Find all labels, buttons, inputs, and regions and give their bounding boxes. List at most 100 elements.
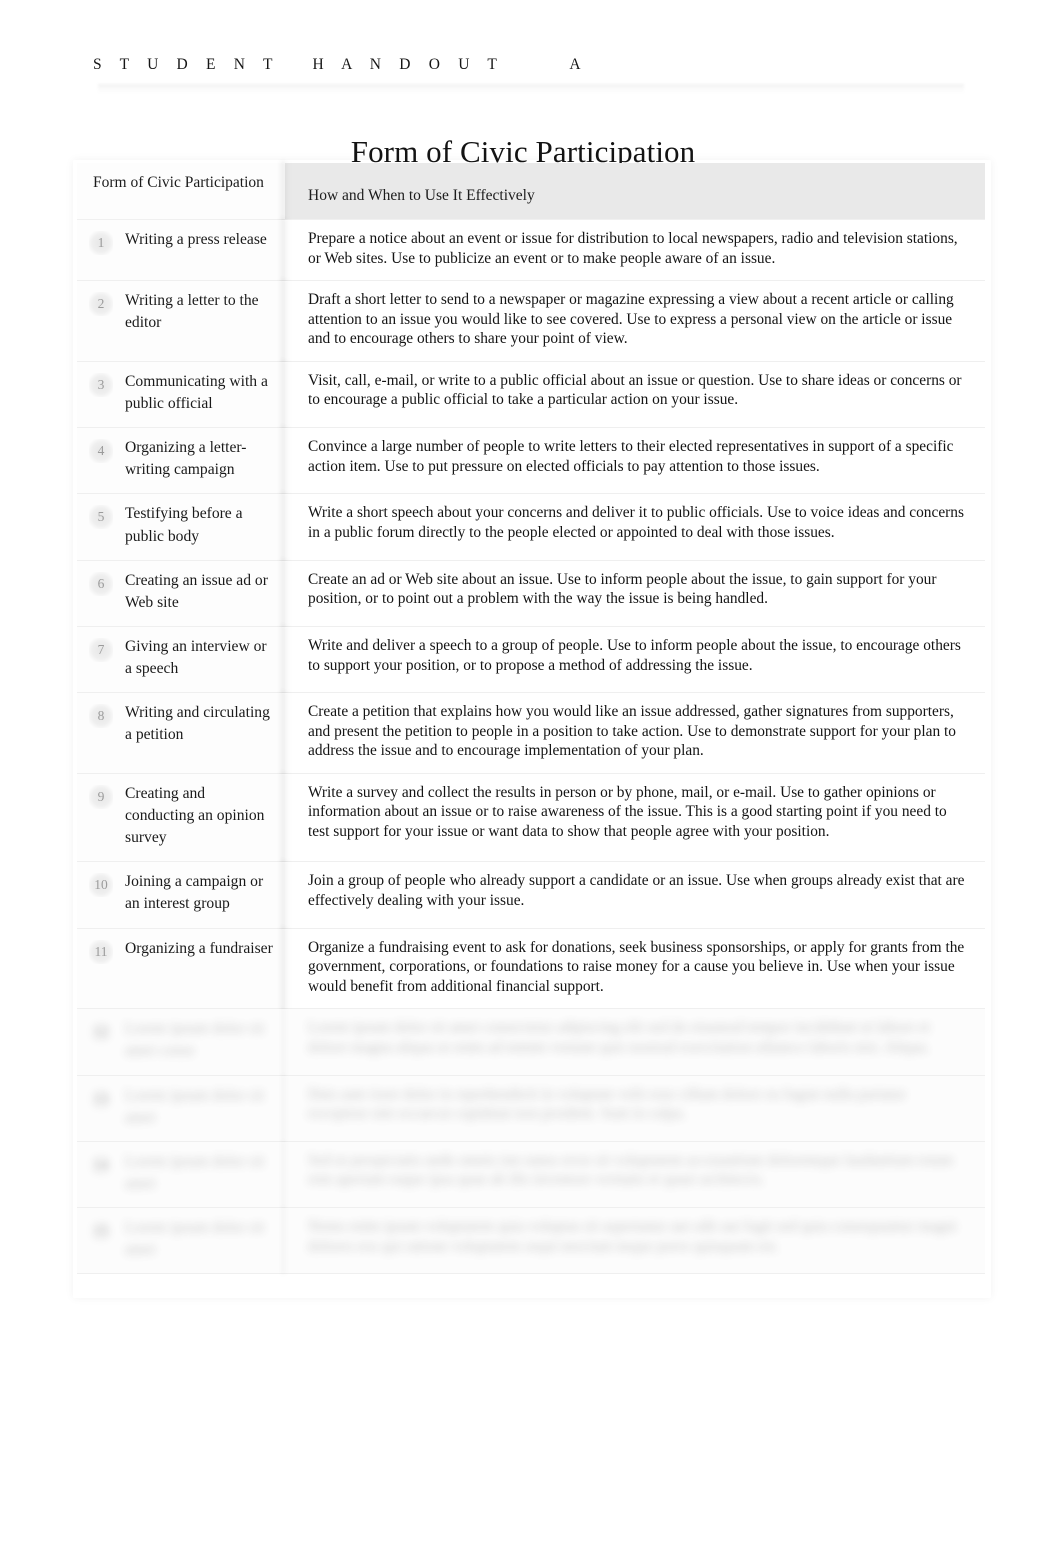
- row-form-label: Lorem ipsum dolor sit amet: [125, 1219, 265, 1259]
- table-row: 6 Creating an issue ad or Web site Create …: [77, 559, 985, 627]
- row-form-label: Creating an issue ad or Web site: [125, 571, 268, 611]
- table-row: 8 Writing and circulating a petition Creat…: [77, 692, 985, 774]
- row-description-cell: Write a survey and collect the results i…: [285, 772, 985, 863]
- row-description-text: Sed ut perspiciatis unde omnis iste natu…: [308, 1151, 953, 1189]
- row-form-cell: 15 Lorem ipsum dolor sit amet: [77, 1207, 285, 1275]
- row-number-badge: 7: [89, 637, 113, 662]
- row-number-badge: 11: [89, 939, 113, 964]
- row-description-cell: Nemo enim ipsam voluptatem quia voluptas…: [285, 1207, 985, 1275]
- row-form-cell: 13 Lorem ipsum dolor sit amet: [77, 1074, 285, 1142]
- row-form-label: Organizing a fundraiser: [125, 939, 273, 957]
- row-description-text: Prepare a notice about an event or issue…: [308, 230, 958, 267]
- row-form-cell: 4 Organizing a letter-writing campaign: [77, 427, 285, 495]
- running-head-rule: [98, 84, 964, 94]
- row-number-badge: 8: [89, 704, 113, 729]
- row-number-badge: 3: [89, 372, 113, 397]
- table-row: 2 Writing a letter to the editor Draft a s…: [77, 280, 985, 362]
- row-number-badge: 5: [89, 505, 113, 530]
- row-form-cell: 11 Organizing a fundraiser: [77, 927, 285, 1010]
- row-description-cell: Draft a short letter to send to a newspa…: [285, 280, 985, 362]
- row-form-label: Lorem ipsum dolor sit amet conse: [125, 1020, 265, 1060]
- table-row: 7 Giving an interview or a speech Write an…: [77, 625, 985, 694]
- row-form-cell: 5 Testifying before a public body: [77, 493, 285, 561]
- row-form-label: Writing and circulating a petition: [125, 704, 270, 744]
- row-number-badge: 15: [89, 1219, 113, 1244]
- row-number-badge: 10: [89, 873, 113, 898]
- row-description-text: Write a short speech about your concerns…: [308, 504, 964, 541]
- row-form-label: Testifying before a public body: [125, 505, 243, 545]
- row-description-text: Visit, call, e-mail, or write to a publi…: [308, 371, 962, 409]
- row-form-label: Communicating with a public official: [125, 372, 268, 412]
- row-number-badge: 4: [89, 439, 113, 464]
- row-description-text: Lorem ipsum dolor sit amet consectetur a…: [308, 1019, 930, 1056]
- table-row: 5 Testifying before a public body Write a …: [77, 493, 985, 561]
- row-description-cell: Create an ad or Web site about an issue.…: [285, 559, 985, 627]
- row-number-badge: 2: [89, 292, 113, 317]
- table-row: 13 Lorem ipsum dolor sit amet Duis aute ir…: [77, 1074, 985, 1142]
- table-row: 10 Joining a campaign or an interest grou…: [77, 861, 985, 929]
- row-number-badge: 6: [89, 571, 113, 596]
- row-form-cell: 3 Communicating with a public official: [77, 360, 285, 429]
- row-description-text: Join a group of people who already suppo…: [308, 872, 965, 909]
- row-form-cell: 8 Writing and circulating a petition: [77, 692, 285, 774]
- table-row: 1 Writing a press release Prepare a notice…: [77, 218, 985, 282]
- row-description-cell: Convince a large number of people to wri…: [285, 427, 985, 495]
- table-row: 3 Communicating with a public official Vis…: [77, 360, 985, 429]
- row-form-cell: 2 Writing a letter to the editor: [77, 280, 285, 362]
- row-form-cell: 6 Creating an issue ad or Web site: [77, 559, 285, 627]
- row-number-badge: 1: [89, 231, 113, 255]
- row-description-text: Create an ad or Web site about an issue.…: [308, 570, 937, 608]
- civic-participation-table-wrapper: Form of Civic Participation How and When…: [77, 163, 985, 1275]
- table-row: 4 Organizing a letter-writing campaign Con…: [77, 427, 985, 495]
- row-description-cell: Lorem ipsum dolor sit amet consectetur a…: [285, 1008, 985, 1076]
- civic-participation-table: Form of Civic Participation How and When…: [77, 163, 985, 1275]
- table-row: 14 Lorem ipsum dolor sit amet Sed ut persp…: [77, 1140, 985, 1209]
- row-form-label: Lorem ipsum dolor sit amet: [125, 1086, 265, 1126]
- row-number-badge: 12: [89, 1020, 113, 1045]
- row-description-text: Draft a short letter to send to a newspa…: [308, 291, 954, 348]
- row-description-text: Write a survey and collect the results i…: [308, 783, 947, 841]
- row-form-cell: 12 Lorem ipsum dolor sit amet conse: [77, 1008, 285, 1076]
- row-form-label: Giving an interview or a speech: [125, 637, 267, 678]
- row-form-label: Joining a campaign or an interest group: [125, 873, 264, 913]
- row-description-text: Convince a large number of people to wri…: [308, 438, 954, 475]
- row-description-text: Create a petition that explains how you …: [308, 703, 956, 760]
- row-form-label: Lorem ipsum dolor sit amet: [125, 1152, 265, 1192]
- row-form-cell: 9 Creating and conducting an opinion surv…: [77, 772, 285, 863]
- row-description-cell: Join a group of people who already suppo…: [285, 861, 985, 929]
- column-header-usage: How and When to Use It Effectively: [308, 187, 535, 204]
- running-head: S T U D E N T H A N D O U T A: [93, 56, 588, 73]
- row-form-label: Writing a letter to the editor: [125, 292, 259, 332]
- row-description-text: Organize a fundraising event to ask for …: [308, 938, 965, 995]
- row-form-cell: 10 Joining a campaign or an interest grou…: [77, 861, 285, 929]
- table-header-row: Form of Civic Participation How and When…: [77, 163, 985, 220]
- row-description-text: Nemo enim ipsam voluptatem quia voluptas…: [308, 1218, 957, 1255]
- column-header-form: Form of Civic Participation: [93, 174, 264, 191]
- row-number-badge: 9: [89, 784, 113, 809]
- row-description-cell: Write and deliver a speech to a group of…: [285, 625, 985, 694]
- row-form-label: Organizing a letter-writing campaign: [125, 439, 247, 479]
- row-description-cell: Create a petition that explains how you …: [285, 692, 985, 774]
- table-row: 11 Organizing a fundraiser Organize a fund…: [77, 927, 985, 1010]
- row-description-cell: Sed ut perspiciatis unde omnis iste natu…: [285, 1140, 985, 1209]
- row-description-cell: Prepare a notice about an event or issue…: [285, 218, 985, 282]
- row-form-cell: 7 Giving an interview or a speech: [77, 625, 285, 694]
- header-cell-usage: How and When to Use It Effectively: [285, 163, 985, 220]
- row-description-text: Duis aute irure dolor in reprehenderit i…: [308, 1085, 906, 1123]
- row-description-cell: Duis aute irure dolor in reprehenderit i…: [285, 1074, 985, 1142]
- row-description-cell: Write a short speech about your concerns…: [285, 493, 985, 561]
- row-form-cell: 14 Lorem ipsum dolor sit amet: [77, 1140, 285, 1209]
- table-body: Form of Civic Participation How and When…: [77, 163, 985, 1275]
- table-row: 9 Creating and conducting an opinion surv…: [77, 772, 985, 863]
- table-row: 12 Lorem ipsum dolor sit amet conse Lorem …: [77, 1008, 985, 1076]
- row-description-cell: Organize a fundraising event to ask for …: [285, 927, 985, 1010]
- row-form-label: Creating and conducting an opinion surve…: [125, 784, 265, 847]
- header-cell-form: Form of Civic Participation: [77, 163, 285, 220]
- row-form-cell: 1 Writing a press release: [77, 218, 285, 282]
- row-number-badge: 14: [89, 1152, 113, 1177]
- document-page: S T U D E N T H A N D O U T A Form of Ci…: [0, 0, 1062, 1561]
- row-description-cell: Visit, call, e-mail, or write to a publi…: [285, 360, 985, 429]
- table-row: 15 Lorem ipsum dolor sit amet Nemo enim ip…: [77, 1207, 985, 1275]
- row-description-text: Write and deliver a speech to a group of…: [308, 636, 961, 674]
- row-form-label: Writing a press release: [125, 231, 267, 248]
